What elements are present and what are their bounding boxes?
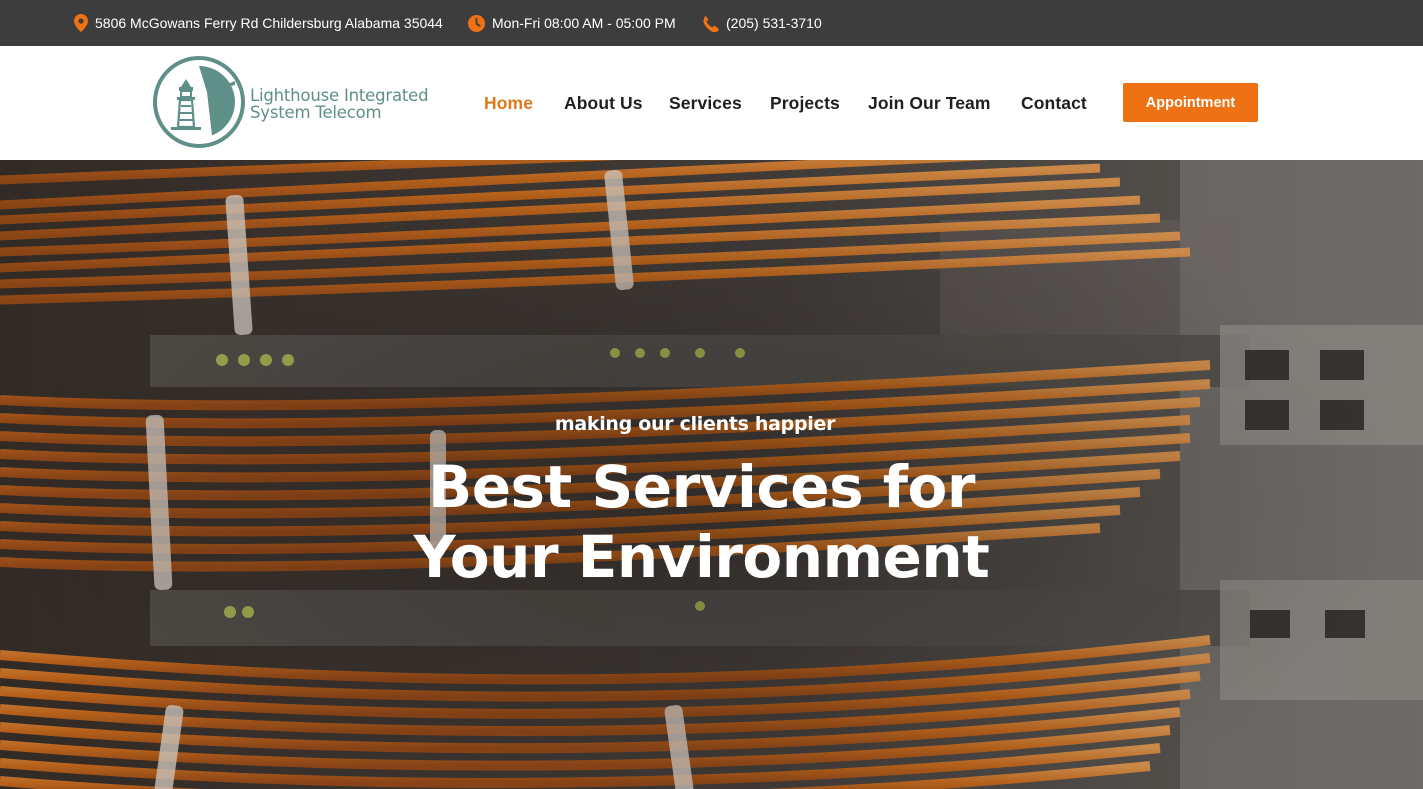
address-text: 5806 McGowans Ferry Rd Childersburg Alab… [95, 15, 443, 31]
clock-icon [468, 14, 485, 32]
nav-contact[interactable]: Contact [1021, 93, 1087, 114]
nav-projects[interactable]: Projects [770, 93, 840, 114]
hours-info: Mon-Fri 08:00 AM - 05:00 PM [468, 0, 676, 46]
top-info-bar: 5806 McGowans Ferry Rd Childersburg Alab… [0, 0, 1423, 46]
nav-about-us[interactable]: About Us [564, 93, 643, 114]
nav-services[interactable]: Services [669, 93, 742, 114]
nav-home[interactable]: Home [484, 93, 533, 114]
nav-join-our-team[interactable]: Join Our Team [868, 93, 991, 114]
hero-title-line-2: Your Environment [413, 523, 990, 591]
hero-kicker: making our clients happier [554, 413, 836, 435]
hero-banner: making our clients happier Best Services… [0, 160, 1423, 789]
address-info: 5806 McGowans Ferry Rd Childersburg Alab… [74, 0, 443, 46]
phone-icon [702, 15, 719, 32]
map-pin-icon [74, 14, 88, 32]
phone-info[interactable]: (205) 531-3710 [702, 0, 822, 46]
hours-text: Mon-Fri 08:00 AM - 05:00 PM [492, 15, 676, 31]
hero-title: Best Services for Your Environment [0, 452, 1403, 592]
appointment-button[interactable]: Appointment [1123, 83, 1258, 122]
phone-text[interactable]: (205) 531-3710 [726, 15, 822, 31]
hero-title-line-1: Best Services for [427, 453, 976, 521]
site-header: Lighthouse Integrated System Telecom Hom… [0, 46, 1423, 160]
